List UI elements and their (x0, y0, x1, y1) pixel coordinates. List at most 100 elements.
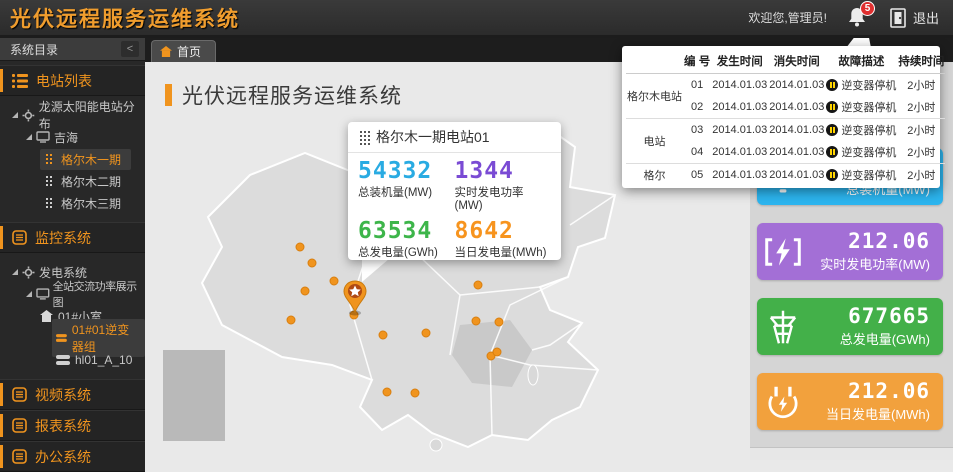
header-actions: 欢迎您,管理员! 5 退出 (748, 5, 953, 31)
card-value: 212.06 (809, 230, 930, 252)
station-pin[interactable] (342, 280, 368, 316)
sidebar-item-hl01[interactable]: hl01_A_10 (0, 349, 145, 371)
tab-home-label: 首页 (177, 43, 201, 60)
clipboard-icon (12, 418, 27, 433)
station-dot[interactable] (411, 389, 420, 398)
sidebar-collapse-button[interactable]: < (121, 41, 139, 57)
fault-pause-icon (826, 169, 838, 181)
station-dot[interactable] (287, 316, 296, 325)
notification-bell-icon[interactable]: 5 (845, 5, 871, 31)
sidebar-item-office[interactable]: 办公系统 (0, 441, 145, 472)
tab-home[interactable]: 首页 (151, 40, 216, 62)
clipboard-icon (12, 387, 27, 402)
caret-expanded-icon[interactable] (12, 269, 18, 275)
popup-callout-arrow (362, 258, 390, 282)
gear-icon (22, 109, 35, 122)
logout-door-icon (889, 8, 907, 28)
fault-pause-icon (826, 101, 838, 113)
col-occur-time: 发生时间 (711, 48, 768, 74)
station-name: 格尔 (626, 164, 683, 187)
station-dot[interactable] (308, 259, 317, 268)
sidebar-item-label: 报表系统 (35, 416, 91, 436)
sidebar: 系统目录 < 电站列表 龙源太阳能电站分布 吉海 格尔木一期 格 (0, 38, 145, 460)
sidebar-item-label: hl01_A_10 (75, 353, 132, 367)
table-row: 格尔木电站 01 2014.01.03 2014.01.03 逆变器停机 2小时 (626, 74, 945, 97)
inverter-icon (56, 354, 70, 366)
logout-button[interactable]: 退出 (889, 8, 939, 28)
clipboard-icon (12, 230, 27, 245)
sidebar-item-label: 格尔木一期 (61, 151, 121, 168)
card-daily-generation[interactable]: 212.06 当日发电量(MWh) (757, 373, 943, 430)
caret-expanded-icon[interactable] (12, 112, 18, 118)
sidebar-item-distribution[interactable]: 龙源太阳能电站分布 (0, 104, 145, 126)
title-accent-bar (165, 84, 172, 106)
sidebar-item-video[interactable]: 视频系统 (0, 379, 145, 410)
card-label: 当日发电量(MWh) (809, 404, 930, 423)
app-header: 光伏远程服务运维系统 欢迎您,管理员! 5 退出 (0, 0, 953, 38)
sidebar-item-monitoring[interactable]: 监控系统 (0, 222, 145, 253)
sidebar-item-label: 01#01逆变器组 (72, 321, 135, 355)
sidebar-item-label: 格尔木三期 (61, 195, 121, 212)
fault-table: 编 号 发生时间 消失时间 故障描述 持续时间 格尔木电站 01 2014.01… (626, 48, 945, 186)
card-value: 212.06 (809, 380, 930, 402)
power-tower-icon (766, 308, 800, 346)
sidebar-header: 系统目录 < (0, 38, 145, 61)
logout-label: 退出 (913, 8, 939, 27)
caret-expanded-icon[interactable] (26, 291, 32, 297)
sidebar-item-report[interactable]: 报表系统 (0, 410, 145, 441)
sidebar-item-label: 全站交流功率展示图 (53, 278, 145, 310)
fault-table-header-row: 编 号 发生时间 消失时间 故障描述 持续时间 (626, 48, 945, 74)
sidebar-item-geermu-phase2[interactable]: 格尔木二期 (0, 170, 145, 192)
card-value: 677665 (809, 305, 930, 327)
sidebar-item-label: 办公系统 (35, 447, 91, 467)
taiwan-shape (528, 365, 538, 385)
card-total-generation[interactable]: 677665 总发电量(GWh) (757, 298, 943, 355)
notification-badge: 5 (860, 1, 875, 16)
card-label: 总发电量(GWh) (809, 329, 930, 348)
app-title: 光伏远程服务运维系统 (10, 3, 240, 33)
station-dot[interactable] (296, 243, 305, 252)
grid-dots-icon (46, 176, 48, 178)
drag-handle-icon[interactable] (360, 131, 362, 133)
sidebar-item-label: 电站列表 (36, 71, 92, 91)
sidebar-item-label: 监控系统 (35, 228, 91, 248)
list-icon (12, 74, 28, 88)
right-panel-footer (750, 447, 953, 460)
clipboard-icon (12, 449, 27, 464)
table-row: 格尔 05 2014.01.03 2014.01.03 逆变器停机 2小时 (626, 164, 945, 187)
station-dot[interactable] (301, 287, 310, 296)
card-realtime-power[interactable]: 212.06 实时发电功率(MW) (757, 223, 943, 280)
station-dot[interactable] (383, 388, 392, 397)
map-inset-box (163, 350, 225, 441)
fault-pause-icon (826, 124, 838, 136)
gear-icon (22, 266, 35, 279)
station-dot[interactable] (472, 317, 481, 326)
station-dot[interactable] (422, 329, 431, 338)
sidebar-item-label: 格尔木二期 (61, 173, 121, 190)
welcome-text: 欢迎您,管理员! (748, 9, 827, 26)
col-station (626, 48, 683, 74)
station-dot[interactable] (474, 281, 483, 290)
sidebar-item-inverter-group[interactable]: 01#01逆变器组 (0, 327, 145, 349)
col-fault-desc: 故障描述 (825, 48, 897, 74)
sidebar-item-station-list[interactable]: 电站列表 (0, 65, 145, 96)
sidebar-item-geermu-phase1[interactable]: 格尔木一期 (0, 148, 145, 170)
stat-total-generation: 63534 总发电量(GWh) (358, 219, 455, 260)
station-dot[interactable] (379, 331, 388, 340)
caret-expanded-icon[interactable] (26, 134, 32, 140)
inverter-icon (56, 332, 67, 344)
station-popup-title: 格尔木一期电站01 (376, 127, 490, 147)
station-popup-stats: 54332 总装机量(MW) 1344 实时发电功率(MW) 63534 总发电… (348, 153, 561, 260)
station-dot[interactable] (495, 318, 504, 327)
fault-pause-icon (826, 146, 838, 158)
page-title: 光伏远程服务运维系统 (165, 80, 402, 110)
stat-daily-generation: 8642 当日发电量(MWh) (455, 219, 552, 260)
station-dot[interactable] (493, 348, 502, 357)
plug-icon (765, 384, 801, 420)
card-label: 实时发电功率(MW) (809, 254, 930, 273)
grid-dots-icon (46, 154, 48, 156)
station-dot[interactable] (330, 277, 339, 286)
sidebar-item-label: 视频系统 (35, 385, 91, 405)
sidebar-item-geermu-phase3[interactable]: 格尔木三期 (0, 192, 145, 214)
sidebar-item-ac-power-chart[interactable]: 全站交流功率展示图 (0, 283, 145, 305)
